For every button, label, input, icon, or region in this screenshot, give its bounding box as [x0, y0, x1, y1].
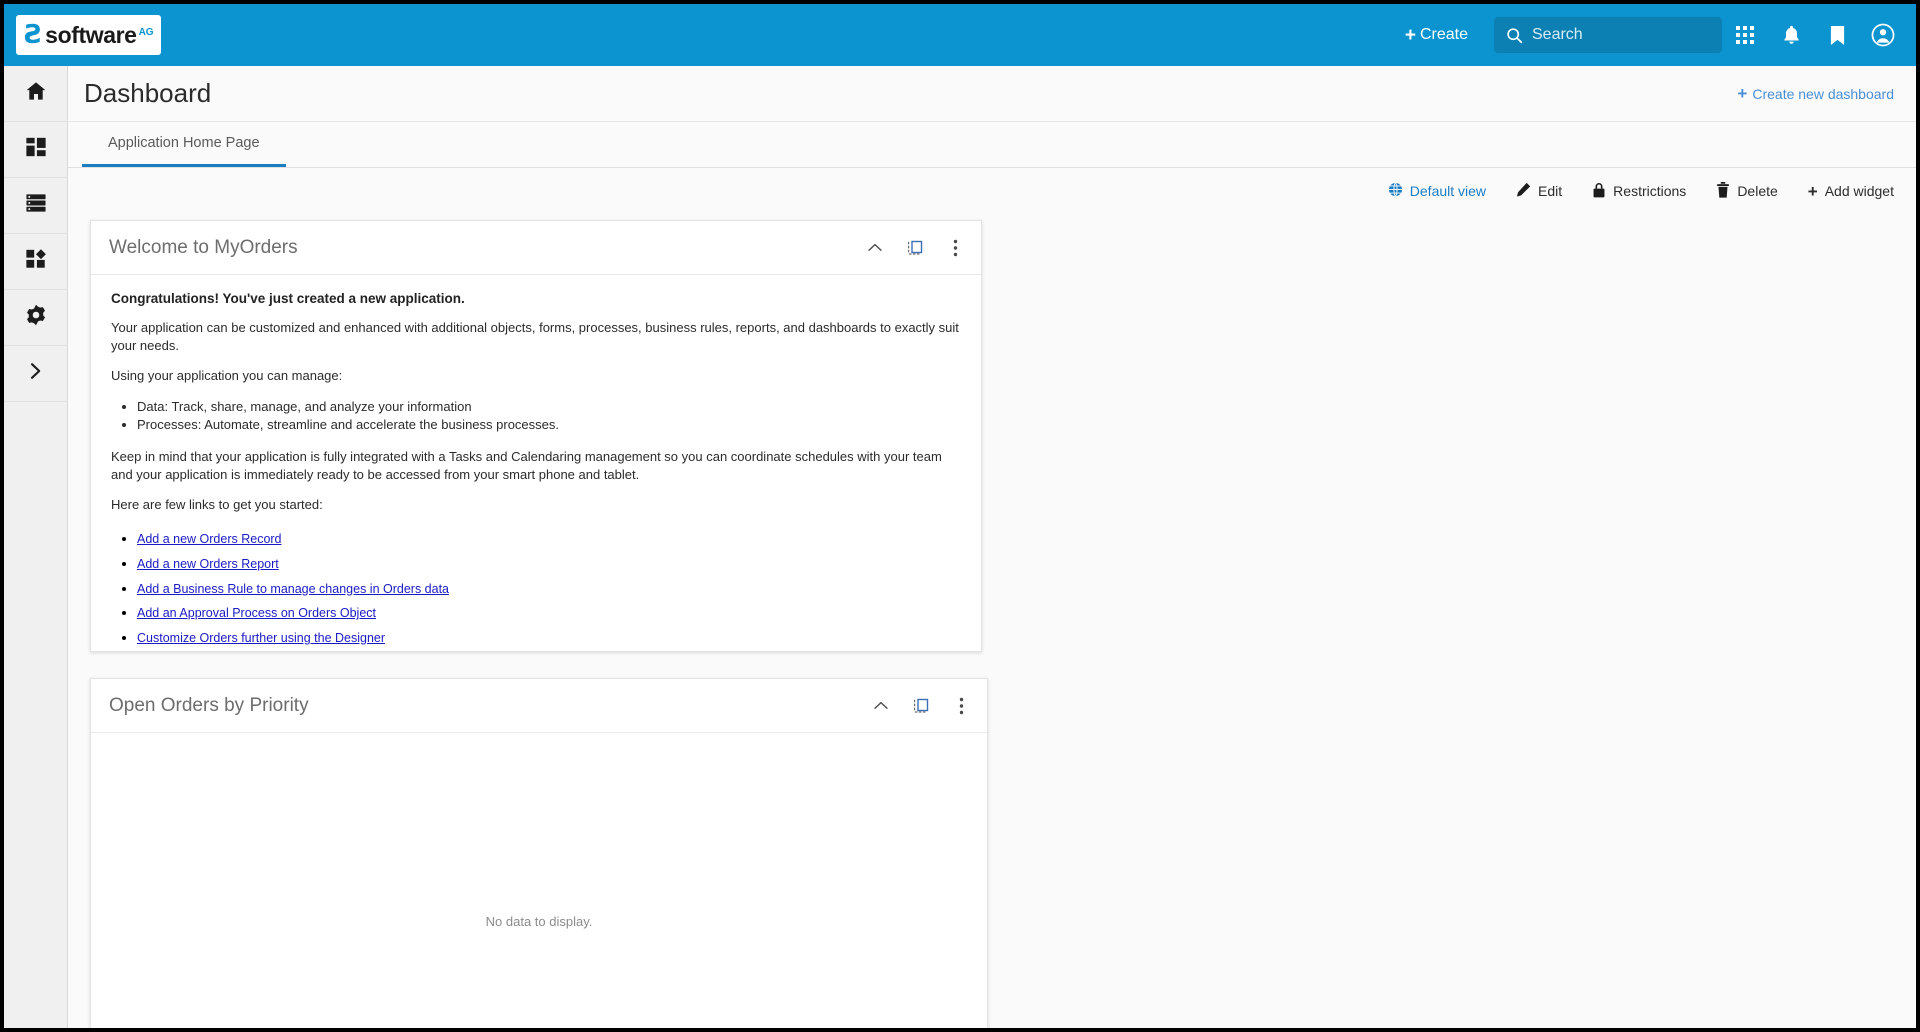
- link-add-approval-process[interactable]: Add an Approval Process on Orders Object: [137, 606, 376, 620]
- apps-grid-icon[interactable]: [1722, 12, 1768, 58]
- logo-wordmark: software: [45, 21, 137, 48]
- home-icon: [25, 80, 47, 107]
- dashboard-grid-icon: [25, 136, 47, 163]
- sidebar-item-home[interactable]: [4, 66, 68, 122]
- create-new-dashboard-button[interactable]: + Create new dashboard: [1737, 85, 1894, 102]
- list-item: Add an Approval Process on Orders Object: [137, 601, 961, 626]
- delete-button[interactable]: Delete: [1716, 181, 1778, 201]
- trash-icon: [1716, 181, 1730, 201]
- collapse-widget-icon[interactable]: [865, 238, 885, 258]
- sidebar-item-data[interactable]: [4, 178, 68, 234]
- sidebar-item-settings[interactable]: [4, 290, 68, 346]
- list-item: Data: Track, share, manage, and analyze …: [137, 398, 961, 417]
- main-content: Dashboard + Create new dashboard Applica…: [68, 66, 1916, 1028]
- apps-objects-icon: [25, 248, 47, 275]
- widget-body: No data to display.: [91, 733, 987, 1028]
- plus-icon: +: [1404, 24, 1416, 46]
- sidebar-item-dashboards[interactable]: [4, 122, 68, 178]
- chevron-right-icon: [28, 362, 44, 385]
- sidebar-item-expand[interactable]: [4, 346, 68, 402]
- widget-header: Open Orders by Priority: [91, 679, 987, 733]
- dashboard-toolbar: Default view Edit Restrictions Delete + …: [68, 168, 1916, 214]
- dashboard-tabs: Application Home Page: [68, 122, 1916, 168]
- plus-icon: +: [1737, 84, 1748, 103]
- page-header: Dashboard + Create new dashboard: [68, 66, 1916, 122]
- left-sidebar: [4, 66, 68, 1028]
- widget-actions: [865, 238, 965, 258]
- list-item: Processes: Automate, streamline and acce…: [137, 416, 961, 435]
- welcome-paragraph-1: Your application can be customized and e…: [111, 320, 959, 353]
- globe-icon: [1388, 182, 1403, 200]
- widget-welcome: Welcome to MyOrders Congratulations! You…: [90, 220, 982, 652]
- welcome-heading: Congratulations! You've just created a n…: [111, 291, 465, 306]
- create-button[interactable]: + Create: [1391, 20, 1482, 51]
- welcome-bullet-list: Data: Track, share, manage, and analyze …: [137, 398, 961, 436]
- page-title: Dashboard: [84, 78, 212, 108]
- logo-mark-icon: S: [23, 19, 43, 50]
- search-placeholder: Search: [1532, 26, 1583, 43]
- add-widget-label: Add widget: [1824, 183, 1894, 199]
- pencil-icon: [1516, 182, 1531, 200]
- maximize-widget-icon[interactable]: [911, 696, 931, 716]
- add-widget-button[interactable]: + Add widget: [1808, 183, 1894, 200]
- top-bar-actions: + Create Search: [1391, 4, 1916, 66]
- tab-label: Application Home Page: [108, 135, 260, 151]
- list-records-icon: [25, 193, 47, 218]
- software-ag-logo[interactable]: S software AG: [16, 15, 161, 55]
- widget-title: Open Orders by Priority: [109, 694, 309, 716]
- list-item: Add a new Orders Record: [137, 527, 961, 552]
- welcome-paragraph-4: Here are few links to get you started:: [111, 497, 323, 513]
- edit-label: Edit: [1538, 183, 1563, 199]
- link-add-business-rule[interactable]: Add a Business Rule to manage changes in…: [137, 582, 449, 596]
- link-customize-designer[interactable]: Customize Orders further using the Desig…: [137, 631, 385, 645]
- notification-bell-icon[interactable]: [1768, 12, 1814, 58]
- widget-grid: Welcome to MyOrders Congratulations! You…: [68, 214, 1916, 1028]
- restrictions-label: Restrictions: [1613, 183, 1687, 199]
- top-navigation-bar: S software AG + Create Search: [4, 4, 1916, 66]
- gear-icon: [25, 304, 47, 331]
- welcome-links-list: Add a new Orders Record Add a new Orders…: [137, 527, 961, 651]
- widget-menu-icon[interactable]: [945, 238, 965, 258]
- widget-menu-icon[interactable]: [951, 696, 971, 716]
- app-window: S software AG + Create Search Dashboard …: [0, 0, 1920, 1032]
- widget-body: Congratulations! You've just created a n…: [91, 275, 981, 651]
- create-new-dashboard-label: Create new dashboard: [1752, 85, 1894, 102]
- edit-button[interactable]: Edit: [1516, 182, 1562, 200]
- list-item: Add a Business Rule to manage changes in…: [137, 577, 961, 602]
- lock-icon: [1592, 182, 1606, 201]
- list-item: Customize Orders further using the Desig…: [137, 626, 961, 651]
- sidebar-item-apps[interactable]: [4, 234, 68, 290]
- list-item: Add a new Orders Report: [137, 552, 961, 577]
- user-account-icon[interactable]: [1860, 12, 1906, 58]
- create-button-label: Create: [1419, 26, 1468, 43]
- plus-icon: +: [1807, 181, 1818, 201]
- widget-actions: [871, 696, 971, 716]
- empty-state-message: No data to display.: [485, 913, 593, 929]
- widget-header: Welcome to MyOrders: [91, 221, 981, 275]
- link-add-orders-record[interactable]: Add a new Orders Record: [137, 532, 282, 546]
- restrictions-button[interactable]: Restrictions: [1592, 182, 1686, 201]
- link-add-orders-report[interactable]: Add a new Orders Report: [137, 557, 279, 571]
- default-view-button[interactable]: Default view: [1388, 182, 1486, 200]
- tab-application-home-page[interactable]: Application Home Page: [82, 122, 286, 167]
- widget-open-orders-by-priority: Open Orders by Priority No data to displ…: [90, 678, 988, 1028]
- logo-suffix: AG: [138, 26, 154, 38]
- search-input[interactable]: Search: [1494, 17, 1722, 53]
- delete-label: Delete: [1737, 183, 1778, 199]
- default-view-label: Default view: [1409, 183, 1487, 199]
- bookmark-icon[interactable]: [1814, 12, 1860, 58]
- search-icon: [1506, 27, 1523, 44]
- welcome-paragraph-2: Using your application you can manage:: [111, 368, 343, 384]
- maximize-widget-icon[interactable]: [905, 238, 925, 258]
- collapse-widget-icon[interactable]: [871, 696, 891, 716]
- widget-title: Welcome to MyOrders: [109, 236, 298, 258]
- welcome-paragraph-3: Keep in mind that your application is fu…: [111, 449, 942, 482]
